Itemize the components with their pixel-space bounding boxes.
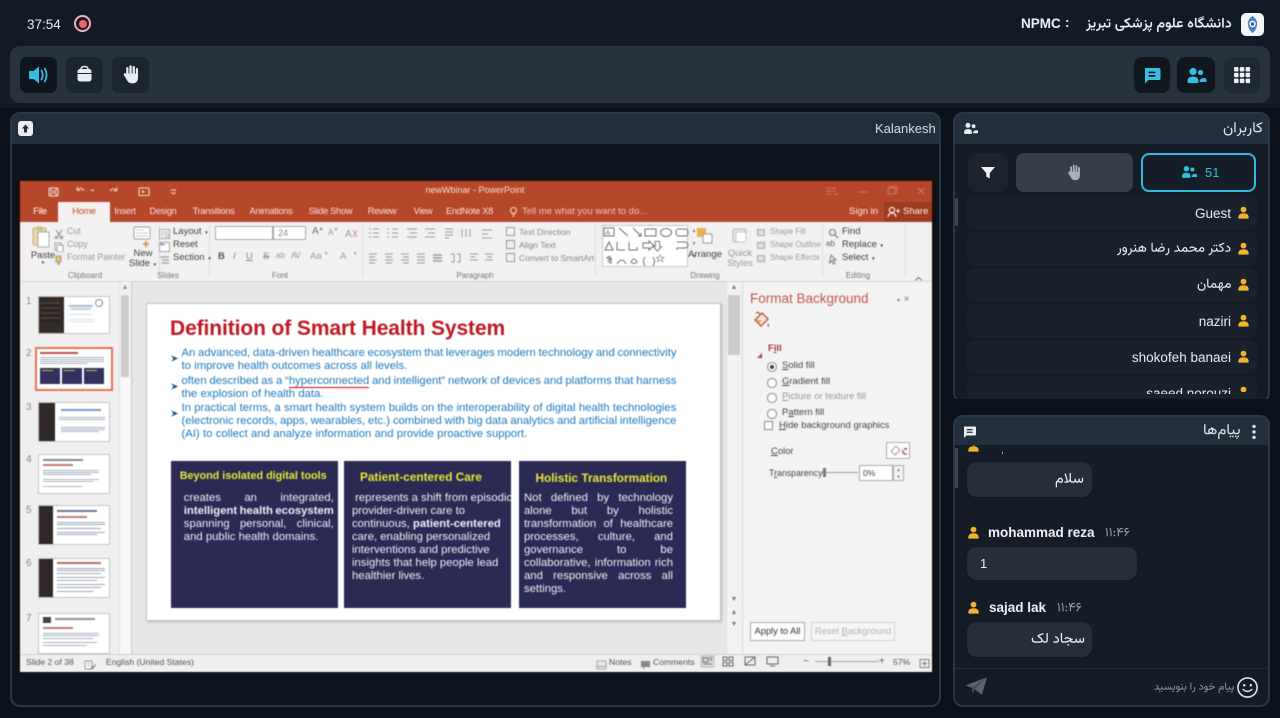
svg-text:A: A xyxy=(345,229,352,239)
svg-text:A: A xyxy=(606,230,611,237)
